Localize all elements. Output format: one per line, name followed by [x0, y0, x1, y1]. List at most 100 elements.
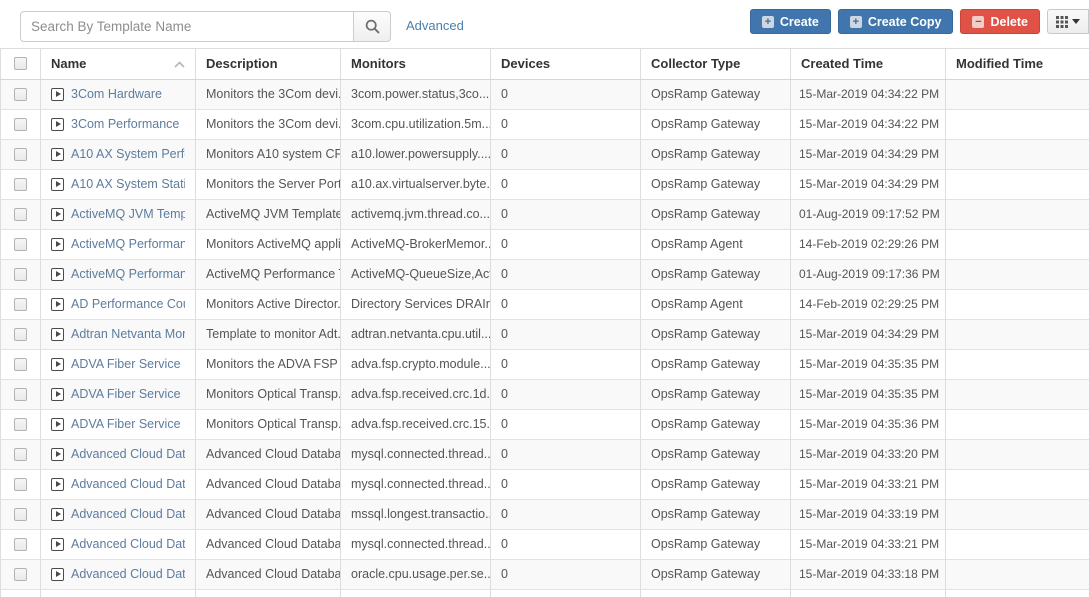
row-checkbox[interactable] [14, 237, 27, 251]
row-checkbox[interactable] [14, 297, 27, 311]
row-checkbox[interactable] [14, 477, 27, 491]
expand-row-icon[interactable] [51, 297, 64, 311]
template-name-link[interactable]: ADVA Fiber Service Pl... [71, 417, 185, 431]
expand-row-icon[interactable] [51, 207, 64, 221]
template-name-link[interactable]: ActiveMQ Performanc... [71, 237, 185, 251]
template-name-link[interactable]: ADVA Fiber Service Pl... [71, 387, 185, 401]
column-header-created-time[interactable]: Created Time [790, 49, 946, 80]
columns-menu-button[interactable] [1047, 9, 1089, 34]
column-header-monitors[interactable]: Monitors [340, 49, 491, 80]
expand-row-icon[interactable] [51, 507, 64, 521]
row-checkbox[interactable] [14, 417, 27, 431]
row-select-cell [0, 109, 41, 140]
row-checkbox[interactable] [14, 567, 27, 581]
template-name-link[interactable]: 3Com Hardware [71, 87, 162, 101]
search-button[interactable] [353, 11, 391, 42]
row-checkbox[interactable] [14, 537, 27, 551]
collector-type-cell: OpsRamp Gateway [640, 79, 791, 110]
column-header-collector-type[interactable]: Collector Type [640, 49, 791, 80]
row-checkbox[interactable] [14, 327, 27, 341]
template-name-link[interactable]: A10 AX System Statist... [71, 177, 185, 191]
advanced-link[interactable]: Advanced [406, 18, 464, 33]
created-time-cell: 15-Mar-2019 04:33:18 PM [790, 559, 946, 590]
delete-button[interactable]: − Delete [960, 9, 1040, 34]
table-row: ActiveMQ Performanc... ActiveMQ Performan… [0, 259, 1089, 290]
row-checkbox[interactable] [14, 177, 27, 191]
template-name-link[interactable]: Advanced Cloud Data... [71, 537, 185, 551]
template-name-link[interactable]: ActiveMQ Performanc... [71, 267, 185, 281]
template-name-link[interactable]: AD Performance Cou... [71, 297, 185, 311]
column-header-modified-time[interactable]: Modified Time [945, 49, 1089, 80]
expand-row-icon[interactable] [51, 387, 64, 401]
expand-row-icon[interactable] [51, 537, 64, 551]
modified-time-cell [945, 529, 1089, 560]
delete-button-label: Delete [990, 14, 1028, 29]
select-all-checkbox[interactable] [14, 57, 27, 71]
row-checkbox[interactable] [14, 387, 27, 401]
table-header-row: Name Description Monitors Devices Collec… [0, 49, 1089, 80]
row-checkbox[interactable] [14, 357, 27, 371]
row-select-cell [0, 469, 41, 500]
template-name-link[interactable]: Advanced Cloud Data... [71, 567, 185, 581]
row-checkbox[interactable] [14, 207, 27, 221]
plus-square-icon: + [849, 15, 862, 28]
devices-cell: 0 [490, 409, 641, 440]
expand-row-icon[interactable] [51, 447, 64, 461]
expand-row-icon[interactable] [51, 567, 64, 581]
columns-grid-icon [1056, 15, 1068, 28]
plus-square-icon: + [761, 15, 774, 28]
table-row: Advanced Cloud Data... Advanced Cloud Dat… [0, 499, 1089, 530]
column-header-devices[interactable]: Devices [490, 49, 641, 80]
collector-type-cell: OpsRamp Gateway [640, 469, 791, 500]
column-header-name[interactable]: Name [40, 49, 196, 80]
collector-type-cell: OpsRamp Agent [640, 229, 791, 260]
expand-row-icon[interactable] [51, 237, 64, 251]
expand-row-icon[interactable] [51, 87, 64, 101]
description-cell: Advanced Cloud Databa... [195, 469, 341, 500]
expand-row-icon[interactable] [51, 267, 64, 281]
modified-time-cell [945, 499, 1089, 530]
modified-time-cell [945, 469, 1089, 500]
description-cell: Advanced Cloud Databa... [195, 439, 341, 470]
create-button[interactable]: + Create [749, 9, 831, 34]
row-checkbox[interactable] [14, 447, 27, 461]
expand-row-icon[interactable] [51, 357, 64, 371]
row-checkbox[interactable] [14, 117, 27, 131]
modified-time-cell [945, 169, 1089, 200]
template-name-link[interactable]: ADVA Fiber Service Pl... [71, 357, 185, 371]
template-name-link[interactable]: Advanced Cloud Data... [71, 507, 185, 521]
template-name-link[interactable]: 3Com Performance [71, 117, 179, 131]
collector-type-cell: OpsRamp Gateway [640, 559, 791, 590]
devices-cell: 0 [490, 229, 641, 260]
row-checkbox[interactable] [14, 147, 27, 161]
template-name-link[interactable]: Adtran Netvanta Moni... [71, 327, 185, 341]
template-name-link[interactable]: A10 AX System Perfor... [71, 147, 185, 161]
monitors-cell: a10.ax.virtualserver.byte... [340, 169, 491, 200]
collector-type-cell [640, 589, 791, 597]
column-header-description[interactable]: Description [195, 49, 341, 80]
sort-ascending-icon [174, 56, 185, 71]
expand-row-icon[interactable] [51, 177, 64, 191]
row-checkbox[interactable] [14, 507, 27, 521]
template-name-cell: 3Com Performance [40, 109, 196, 140]
search-input[interactable] [20, 11, 354, 42]
modified-time-cell [945, 199, 1089, 230]
template-name-link[interactable]: Advanced Cloud Data... [71, 477, 185, 491]
table-row-partial [0, 589, 1089, 597]
description-cell: Monitors the ADVA FSP P... [195, 349, 341, 380]
row-select-cell [0, 289, 41, 320]
table-row: ActiveMQ Performanc... Monitors ActiveMQ … [0, 229, 1089, 260]
expand-row-icon[interactable] [51, 417, 64, 431]
expand-row-icon[interactable] [51, 477, 64, 491]
row-checkbox[interactable] [14, 87, 27, 101]
expand-row-icon[interactable] [51, 327, 64, 341]
table-row: 3Com Hardware Monitors the 3Com devi... 3c… [0, 79, 1089, 110]
template-name-link[interactable]: ActiveMQ JVM Templ... [71, 207, 185, 221]
monitors-cell: 3com.cpu.utilization.5m... [340, 109, 491, 140]
template-name-link[interactable]: Advanced Cloud Data... [71, 447, 185, 461]
monitoring-templates-page: Advanced + Create + Create Copy − Delete [0, 0, 1089, 597]
expand-row-icon[interactable] [51, 117, 64, 131]
expand-row-icon[interactable] [51, 147, 64, 161]
row-checkbox[interactable] [14, 267, 27, 281]
create-copy-button[interactable]: + Create Copy [837, 9, 954, 34]
